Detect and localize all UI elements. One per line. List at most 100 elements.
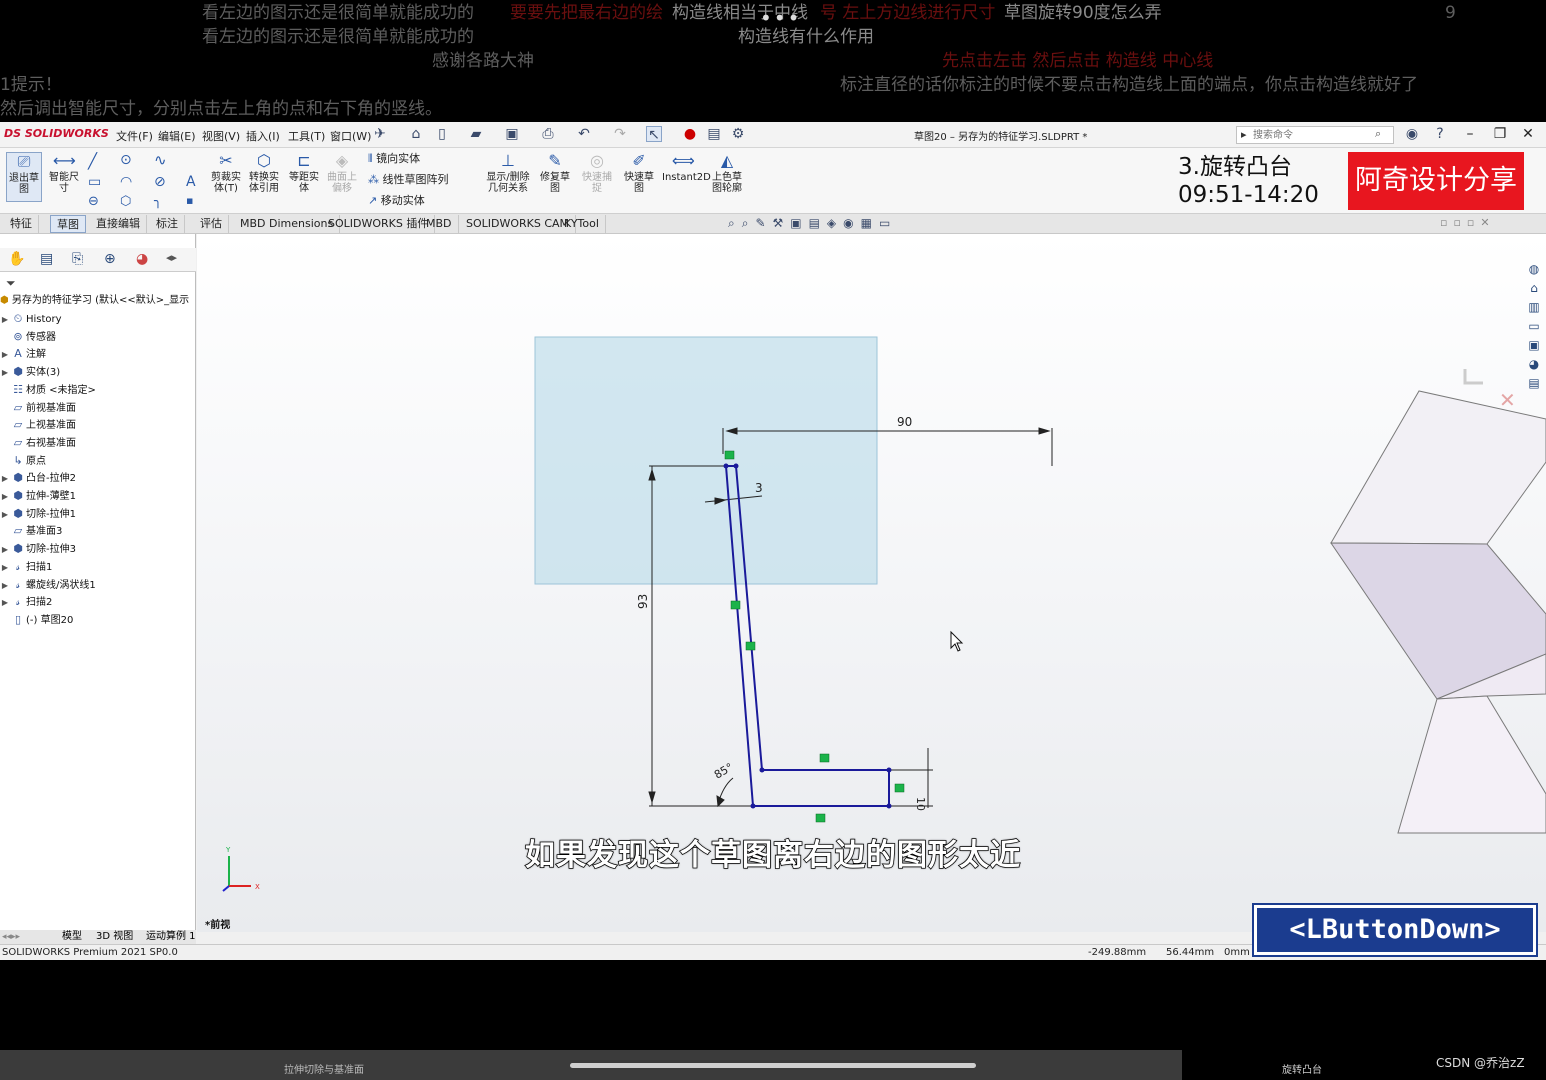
tree-item[interactable]: ▶ 𝓈 扫描2 [0, 593, 52, 611]
menu-file[interactable]: 文件(F) [116, 128, 153, 144]
tree-item[interactable]: ▶ ⬢ 凸台-拉伸2 [0, 469, 76, 487]
tree-item[interactable]: ▱ 前视基准面 [0, 399, 76, 417]
shaded-sketch-contours-button[interactable]: ◭ 上色草图轮廓 [708, 152, 746, 195]
text-icon[interactable]: A [186, 174, 196, 190]
mirror-entities-button[interactable]: ⫴ 镜向实体 [368, 152, 420, 166]
options-gear-icon[interactable]: ⚙ [730, 126, 746, 142]
menu-edit[interactable]: 编辑(E) [158, 128, 196, 144]
convert-entities-button[interactable]: ⬡ 转换实体引用 [246, 152, 282, 195]
expand-arrow-icon[interactable]: ▶ [0, 470, 10, 488]
expand-arrow-icon[interactable]: ▶ [0, 506, 10, 524]
tab-direct-editing[interactable]: 直接编辑 [90, 215, 147, 233]
file-properties-icon[interactable]: ▤ [706, 126, 722, 142]
tab-evaluate[interactable]: 评估 [194, 215, 229, 233]
dimxpert-tab-icon[interactable]: ⊕ [104, 251, 116, 267]
tree-item[interactable]: ▱ 上视基准面 [0, 416, 76, 434]
fillet-icon[interactable]: ╮ [154, 194, 162, 209]
tree-item[interactable]: ⊚ 传感器 [0, 328, 56, 346]
polygon-icon[interactable]: ⬡ [120, 194, 131, 209]
redo-icon[interactable]: ↷ [612, 126, 628, 142]
rebuild-icon[interactable]: ● [682, 126, 698, 142]
sketch-canvas[interactable]: 90 3 93 85° 10 Y X ✕ [197, 234, 1546, 932]
tab-3d-view[interactable]: 3D 视图 [96, 930, 133, 944]
tree-item[interactable]: ▯ (-) 草图20 [0, 611, 73, 629]
expand-arrow-icon[interactable]: ▶ [0, 311, 10, 329]
timeline-scrubber[interactable] [570, 1063, 976, 1068]
surface-offset-button[interactable]: ◈ 曲面上偏移 [324, 152, 360, 195]
custom-properties-icon[interactable]: ◕ [1525, 355, 1543, 374]
tree-item[interactable]: ▶ 𝓈 螺旋线/涡状线1 [0, 576, 96, 594]
select-icon[interactable]: ↖ [646, 126, 662, 143]
tree-root-part[interactable]: ⬢ 另存为的特征学习 (默认<<默认>_显示 [0, 292, 189, 310]
new-document-icon[interactable]: ▯ [434, 126, 450, 142]
tree-item[interactable]: ▱ 右视基准面 [0, 434, 76, 452]
menu-view[interactable]: 视图(V) [202, 128, 240, 144]
rectangle-icon[interactable]: ▭ [88, 174, 101, 190]
search-input[interactable] [1253, 128, 1371, 142]
smart-dimension-button[interactable]: ⟷ 智能尺寸 [46, 152, 82, 195]
tab-model[interactable]: 模型 [62, 930, 82, 944]
open-icon[interactable]: ▰ [468, 126, 484, 142]
save-icon[interactable]: ▣ [504, 126, 520, 142]
expand-arrow-icon[interactable]: ▶ [0, 488, 10, 506]
tree-item[interactable]: ▶ 𝓈 扫描1 [0, 558, 52, 576]
restore-icon[interactable]: ❐ [1492, 126, 1508, 142]
pin-icon[interactable]: ✈ [372, 126, 388, 142]
filter-icon[interactable]: ⏷ [6, 276, 16, 291]
instant2d-button[interactable]: ⟺ Instant2D [662, 152, 711, 184]
dimension-3[interactable]: 3 [755, 481, 763, 495]
dimension-90[interactable]: 90 [897, 415, 912, 429]
search-icon[interactable]: ⌕ [1375, 127, 1381, 141]
expand-arrow-icon[interactable]: ▶ [0, 577, 10, 595]
home-icon[interactable]: ⌂ [408, 126, 424, 142]
tree-item[interactable]: ▶ ⬢ 实体(3) [0, 363, 60, 381]
tab-mbd[interactable]: MBD [420, 215, 459, 233]
custom-properties-list-icon[interactable]: ▤ [1525, 374, 1543, 393]
arc-icon[interactable]: ◠ [120, 174, 132, 190]
menu-insert[interactable]: 插入(I) [246, 128, 280, 144]
tree-item[interactable]: ▶ ⬢ 切除-拉伸3 [0, 540, 76, 558]
print-icon[interactable]: ⎙ [540, 126, 556, 142]
quick-snaps-button[interactable]: ◎ 快速捕捉 [580, 152, 614, 195]
display-relations-button[interactable]: ⊥ 显示/删除几何关系 [484, 152, 532, 195]
undo-icon[interactable]: ↶ [576, 126, 592, 142]
dimension-10[interactable]: 10 [914, 797, 927, 811]
appearances-icon[interactable]: ▣ [1525, 336, 1543, 355]
design-library-icon[interactable]: ⌂ [1525, 279, 1543, 298]
menu-tools[interactable]: 工具(T) [288, 128, 325, 144]
tab-solidworks-addins[interactable]: SOLIDWORKS 插件 [322, 215, 436, 233]
tab-scroll-arrows-icon[interactable]: ◂◂▸▸ [2, 930, 20, 944]
minimize-icon[interactable]: – [1462, 126, 1478, 142]
tab-features[interactable]: 特征 [4, 215, 39, 233]
line-icon[interactable]: ╱ [88, 152, 97, 170]
tree-item[interactable]: ▶ ⬢ 拉伸-薄壁1 [0, 487, 76, 505]
solidworks-resources-icon[interactable]: ◍ [1525, 260, 1543, 279]
linear-pattern-button[interactable]: ⁂ 线性草图阵列 [368, 173, 449, 187]
tree-item[interactable]: ▶ A 注解 [0, 345, 46, 363]
task-pane-tabs[interactable]: ◍ ⌂ ▥ ▭ ▣ ◕ ▤ [1525, 260, 1543, 390]
exit-sketch-button[interactable]: ⎚ 退出草图 [6, 152, 42, 202]
tab-sketch[interactable]: 草图 [50, 215, 86, 233]
graphics-area[interactable]: 90 3 93 85° 10 Y X ✕ *前视 ◍ ⌂ ▥ ▭ ▣ ◕ ▤ [197, 234, 1546, 932]
user-icon[interactable]: ◉ [1404, 126, 1420, 142]
tab-motion-study[interactable]: 运动算例 1 [146, 930, 196, 944]
heads-up-view-toolbar[interactable]: ⌕⌕✎⚒▣▤◈◉▦▭ [728, 216, 897, 231]
spline-icon[interactable]: ∿ [154, 151, 167, 169]
search-command-box[interactable]: ▸ ⌕ [1236, 126, 1394, 144]
expand-arrow-icon[interactable]: ▶ [0, 541, 10, 559]
rapid-sketch-button[interactable]: ✐ 快速草图 [620, 152, 658, 195]
dimension-93[interactable]: 93 [636, 594, 650, 609]
property-manager-tab-icon[interactable]: ▤ [40, 251, 53, 267]
tree-item[interactable]: ↳ 原点 [0, 452, 46, 470]
view-palette-icon[interactable]: ▭ [1525, 317, 1543, 336]
ellipse-icon[interactable]: ⊘ [154, 174, 166, 190]
feature-manager-tab-icon[interactable]: ✋ [8, 251, 25, 267]
help-icon[interactable]: ? [1432, 126, 1448, 142]
video-timeline-bar[interactable]: 拉伸切除与基准面 [0, 1050, 1182, 1080]
move-entities-button[interactable]: ↗ 移动实体 [368, 194, 425, 208]
tab-markup[interactable]: 标注 [150, 215, 185, 233]
expand-arrow-icon[interactable]: ▶ [0, 559, 10, 577]
expand-arrow-icon[interactable]: ▶ [0, 346, 10, 364]
display-manager-tab-icon[interactable]: ◕ [136, 251, 148, 267]
tab-kytool[interactable]: KYTool [558, 215, 606, 233]
